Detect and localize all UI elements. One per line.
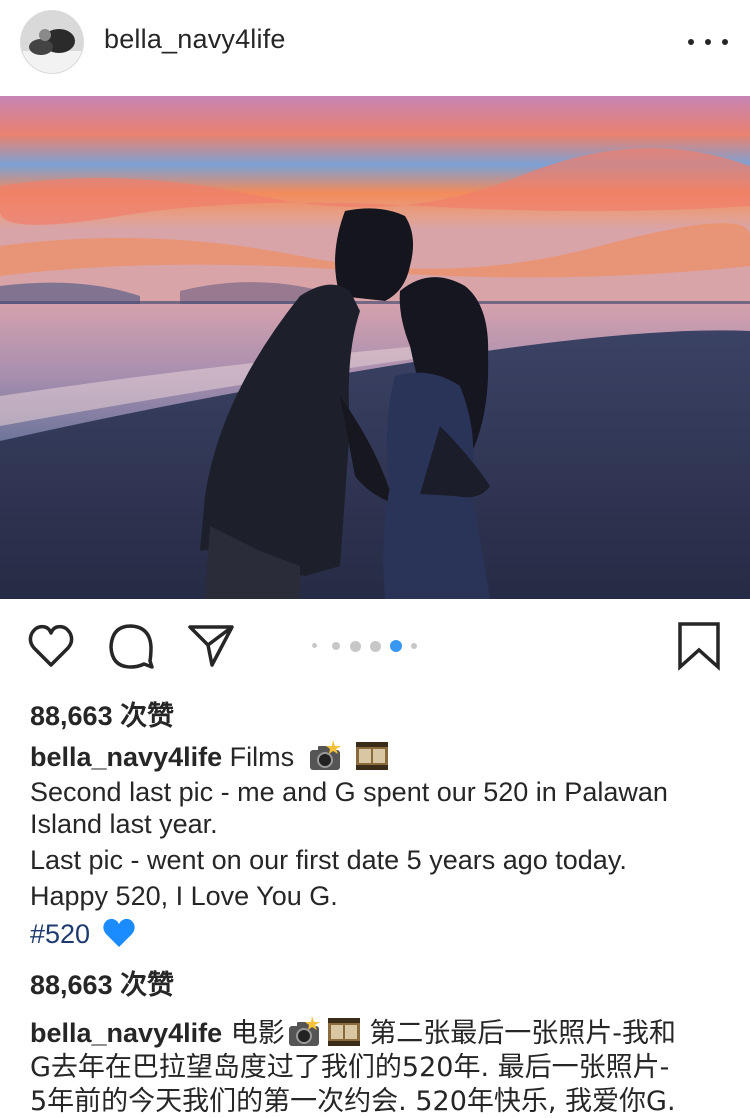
heart-icon[interactable] xyxy=(26,621,76,671)
more-dot xyxy=(705,39,711,45)
caption-line: Second last pic - me and G spent our 520… xyxy=(30,777,668,807)
camera-flash-icon xyxy=(287,1016,321,1048)
carousel-dot xyxy=(370,641,381,652)
caption-hashtag-line: #520 xyxy=(30,917,136,950)
blue-heart-icon xyxy=(102,917,136,949)
send-icon[interactable] xyxy=(186,621,236,671)
carousel-dot xyxy=(332,642,340,650)
film-frames-icon xyxy=(355,740,389,772)
more-horizontal-icon xyxy=(688,39,694,45)
carousel-dot-active xyxy=(390,640,402,652)
caption-translated-line: 5年前的今天我们的第一次约会. 520年快乐, 我爱你G. xyxy=(30,1086,676,1117)
like-count[interactable]: 88,663 次赞 xyxy=(30,694,174,733)
post-photo[interactable] xyxy=(0,96,750,599)
caption-line: Last pic - went on our first date 5 year… xyxy=(30,845,627,875)
more-dot xyxy=(722,39,728,45)
caption-line: Island last year. xyxy=(30,809,218,839)
username-link[interactable]: bella_navy4life xyxy=(104,24,286,55)
like-count-translated[interactable]: 88,663 次赞 xyxy=(30,963,174,1002)
post-header: bella_navy4life xyxy=(0,0,750,96)
bookmark-icon[interactable] xyxy=(674,621,724,671)
comment-icon[interactable] xyxy=(106,621,156,671)
caption-first-line: bella_navy4life Films xyxy=(30,740,389,773)
avatar[interactable] xyxy=(21,11,83,73)
carousel-dot xyxy=(350,641,361,652)
caption-title: Films xyxy=(229,742,295,772)
caption-line: Happy 520, I Love You G. xyxy=(30,881,338,911)
more-options-button[interactable] xyxy=(688,20,728,64)
carousel-dot xyxy=(411,643,417,649)
caption-translated-username[interactable]: bella_navy4life xyxy=(30,1018,222,1048)
carousel-dot xyxy=(312,643,317,648)
film-frames-icon xyxy=(327,1016,361,1048)
camera-flash-icon xyxy=(308,740,342,772)
hashtag-link[interactable]: #520 xyxy=(30,919,90,949)
caption-username[interactable]: bella_navy4life xyxy=(30,742,222,772)
carousel-indicator xyxy=(308,640,428,652)
